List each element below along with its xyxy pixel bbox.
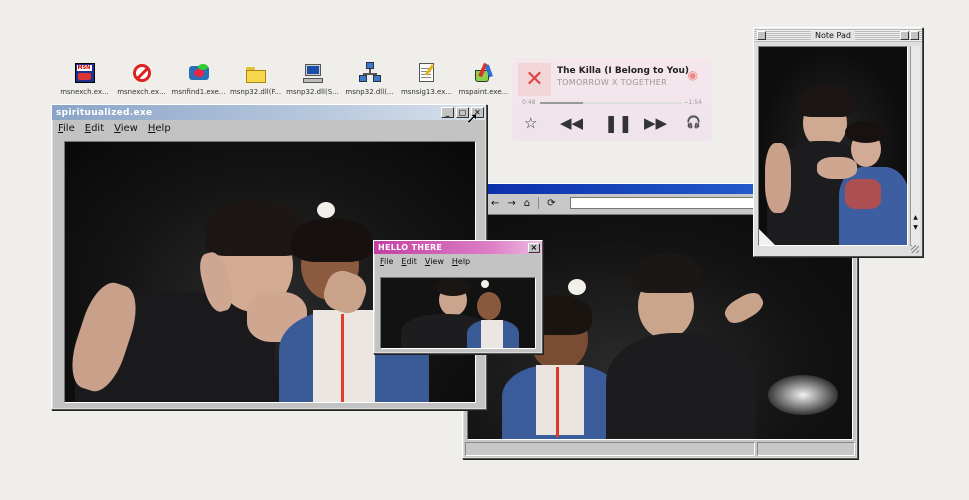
rewind-icon[interactable]: ◀◀ (560, 116, 583, 131)
desktop-icon-label: msnsig13.ex... (400, 88, 453, 96)
menu-item-view[interactable]: View (425, 257, 444, 266)
msnexch-icon: MSN (74, 62, 96, 84)
notepad-photo (758, 46, 908, 246)
menu-item-file[interactable]: File (58, 123, 75, 134)
notepad-titlebar[interactable]: Note Pad (754, 28, 922, 42)
main-titlebar[interactable]: spirituualized.exe _ ▢ ✕ (52, 105, 486, 120)
song-title: The Killa (I Belong to You) (557, 66, 690, 76)
desktop-icon-label: msnexch.ex... (117, 88, 166, 96)
folder-icon (245, 62, 267, 84)
desktop-icon[interactable]: msnp32.dll(... (341, 62, 398, 96)
airplay-icon[interactable]: 🎧 (686, 116, 701, 128)
notepad-title: Note Pad (811, 30, 855, 40)
progress-track[interactable] (540, 102, 682, 104)
scroll-down-arrow-icon[interactable]: ▼ (911, 224, 920, 231)
scroll-up-arrow-icon[interactable]: ▲ (911, 214, 920, 221)
paint-icon (473, 62, 495, 84)
forward-arrow-icon[interactable]: → (507, 198, 515, 209)
menu-item-help[interactable]: Help (452, 257, 470, 266)
menu-item-help[interactable]: Help (148, 123, 171, 134)
main-menubar: File Edit View Help (52, 120, 486, 137)
prohibited-icon (131, 62, 153, 84)
hello-titlebar[interactable]: HELLO THERE × (374, 241, 542, 254)
hello-close-button[interactable]: × (528, 242, 540, 253)
notepad-file-icon (416, 62, 438, 84)
notepad-window: Note Pad ▲ ▼ (753, 27, 923, 257)
desktop-icon-label: msnp32.dll(... (345, 88, 394, 96)
desktop-icon[interactable]: mspaint.exe... (455, 62, 512, 96)
hello-photo (380, 277, 536, 349)
desktop-icon[interactable]: MSN msnexch.ex... (56, 62, 113, 96)
desktop-icon[interactable]: msnsig13.ex... (398, 62, 455, 96)
pause-icon[interactable]: ❚❚ (604, 116, 633, 133)
computer-icon (302, 62, 324, 84)
menu-item-view[interactable]: View (114, 123, 138, 134)
star-icon[interactable]: ☆ (524, 116, 537, 131)
main-window-title: spirituualized.exe (56, 107, 153, 118)
desktop-icon[interactable]: msnp32.dll(F... (227, 62, 284, 96)
desktop-icon[interactable]: msnexch.ex... (113, 62, 170, 96)
menu-item-edit[interactable]: Edit (401, 257, 417, 266)
notepad-zoom-box[interactable] (900, 30, 909, 40)
artist-name: TOMORROW X TOGETHER (557, 78, 667, 87)
desktop-icon-row: MSN msnexch.ex... msnexch.ex... msnfind1.ex… (56, 62, 512, 96)
hello-window: HELLO THERE × File Edit View Help (373, 240, 543, 354)
notepad-scrollbar[interactable]: ▲ ▼ (910, 46, 920, 246)
back-arrow-icon[interactable]: ← (491, 198, 499, 209)
desktop-icon[interactable]: msnfind1.exe... (170, 62, 227, 96)
menu-item-edit[interactable]: Edit (85, 123, 104, 134)
remaining-time: −1:54 (683, 99, 702, 106)
notepad-collapse-box[interactable] (910, 30, 919, 40)
refresh-icon[interactable]: ⟳ (547, 198, 555, 209)
desktop-icon-label: msnexch.ex... (60, 88, 109, 96)
minimize-button[interactable]: _ (441, 107, 454, 118)
mouse-cursor-icon: ➚ (466, 109, 479, 127)
broadcast-icon[interactable]: ◉ (688, 68, 698, 82)
status-bar-pane (465, 442, 755, 456)
elapsed-time: 0:48 (522, 99, 536, 106)
desktop-icon-label: msnp32.dll(S... (286, 88, 339, 96)
album-art[interactable]: ✕ (518, 63, 551, 96)
desktop-icon-label: msnp32.dll(F... (229, 88, 282, 96)
desktop-icon[interactable]: msnp32.dll(S... (284, 62, 341, 96)
hello-menubar: File Edit View Help (374, 254, 542, 269)
desktop-icon-label: msnfind1.exe... (171, 88, 226, 96)
desktop-icon-label: mspaint.exe... (458, 88, 509, 96)
status-bar-pane (757, 442, 855, 456)
music-player: ✕ The Killa (I Belong to You) TOMORROW X… (512, 58, 712, 141)
notepad-close-box[interactable] (757, 30, 766, 40)
network-icon (358, 62, 381, 84)
menu-item-file[interactable]: File (380, 257, 393, 266)
msnfind-icon (188, 62, 210, 84)
resize-grip-icon[interactable] (911, 245, 919, 253)
home-icon[interactable]: ⌂ (524, 198, 530, 209)
progress-fill (540, 102, 583, 104)
hello-window-title: HELLO THERE (378, 243, 443, 252)
fast-forward-icon[interactable]: ▶▶ (644, 116, 667, 131)
